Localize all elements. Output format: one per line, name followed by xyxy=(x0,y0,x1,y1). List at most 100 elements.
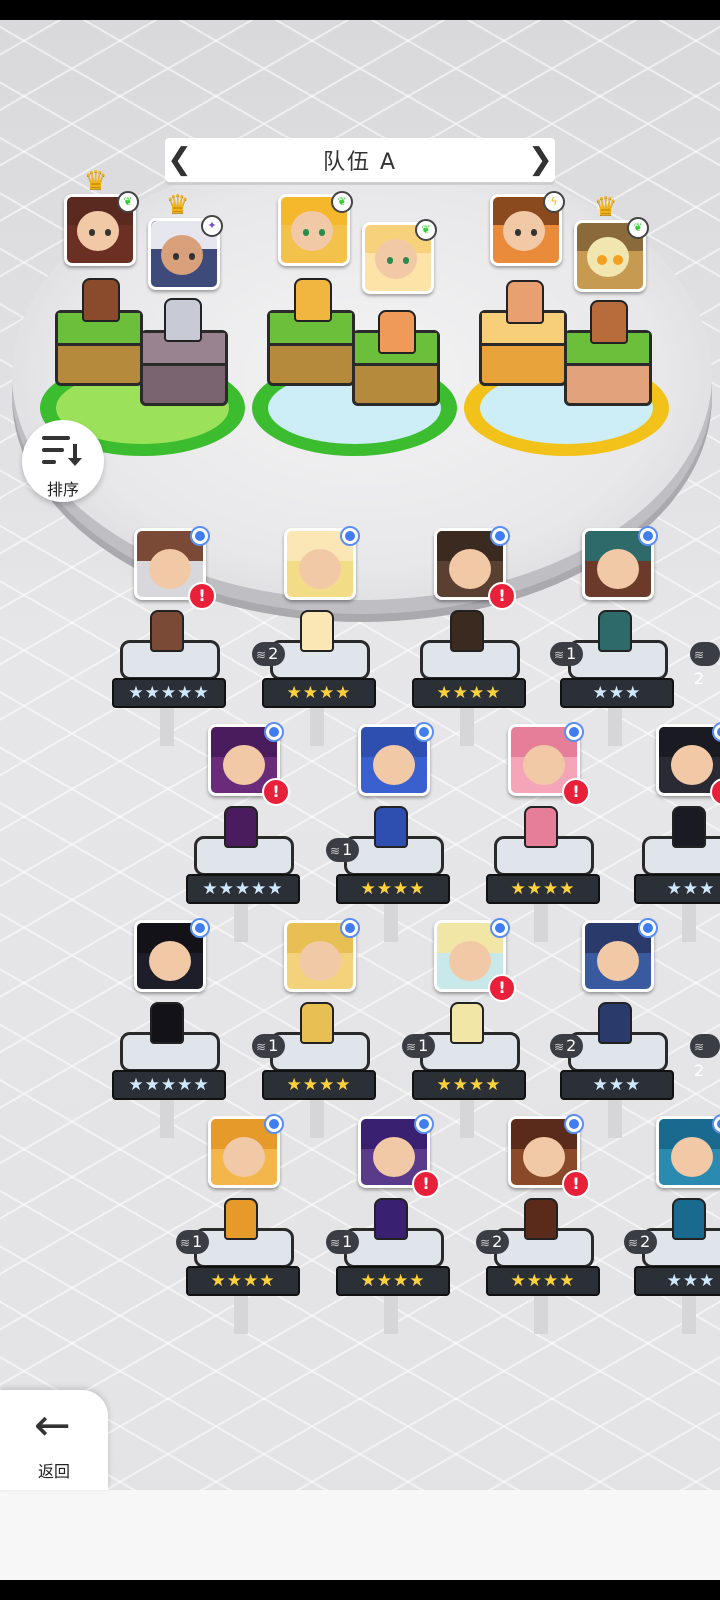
star-rating: ★★★ xyxy=(634,874,720,904)
status-dot-icon xyxy=(638,526,658,546)
star-rating: ★★★ xyxy=(560,678,674,708)
hero-card-partial[interactable]: ≋2 xyxy=(690,528,720,728)
star-rating: ★★★★★ xyxy=(112,1070,226,1100)
leaf-icon: ❦ xyxy=(627,217,649,239)
hero-level: ≋2 xyxy=(476,1230,510,1254)
hero-card[interactable]: ≋ 2 ★★★★ xyxy=(252,526,376,746)
prev-team-button[interactable]: ❮ xyxy=(167,142,192,178)
pedestal-post xyxy=(160,1098,174,1138)
star-icon: ✦ xyxy=(201,215,223,237)
status-dot-icon xyxy=(490,526,510,546)
pedestal-post xyxy=(682,1294,696,1334)
hero-sprite xyxy=(374,806,408,848)
hero-level: ≋ 1 xyxy=(402,1034,436,1058)
star-rating: ★★★★ xyxy=(412,1070,526,1100)
hero-sprite xyxy=(672,806,706,848)
hero-card[interactable]: ≋ 2 ★★★ xyxy=(624,1114,720,1334)
sort-icon xyxy=(42,436,82,466)
leader-crown-icon: ♛ xyxy=(594,192,618,222)
pedestal-post xyxy=(234,902,248,942)
back-label: 返回 xyxy=(37,1462,70,1481)
team-sprite xyxy=(590,300,628,344)
hero-sprite xyxy=(598,1002,632,1044)
pedestal-post xyxy=(384,1294,398,1334)
hero-card[interactable]: ! ≋ 1 ★★★★ xyxy=(326,1114,450,1334)
status-dot-icon xyxy=(638,918,658,938)
hero-card[interactable]: !★★★ xyxy=(634,722,720,942)
hero-level: ≋2 xyxy=(624,1230,658,1254)
back-button[interactable]: ← 返回 xyxy=(0,1390,108,1490)
level-icon: ≋ xyxy=(330,1236,341,1250)
sort-label: 排序 xyxy=(46,480,79,499)
team-portrait-1[interactable]: ❦ xyxy=(64,191,139,266)
hero-card[interactable]: ! ≋ 2 ★★★★ xyxy=(476,1114,600,1334)
status-dot-icon xyxy=(264,1114,284,1134)
hero-level: ≋2 xyxy=(690,1034,720,1080)
alert-icon: ! xyxy=(562,1170,590,1198)
status-dot-icon xyxy=(414,1114,434,1134)
hero-card[interactable]: ≋ 1 ★★★★ xyxy=(252,918,376,1138)
pedestal-post xyxy=(460,1098,474,1138)
hero-card[interactable]: ≋ 1 ★★★★ xyxy=(176,1114,300,1334)
hero-card[interactable]: ≋ 1 ★★★★ xyxy=(326,722,450,942)
hero-sprite xyxy=(672,1198,706,1240)
hero-level: ≋2 xyxy=(550,1034,584,1058)
hero-sprite xyxy=(300,1002,334,1044)
star-rating: ★★★ xyxy=(560,1070,674,1100)
team-portrait-3[interactable]: ❦ xyxy=(278,191,353,266)
level-icon: ≋ xyxy=(628,1236,639,1250)
team-portrait-5[interactable]: ϟ xyxy=(490,191,565,266)
arrow-left-icon: ← xyxy=(34,1400,71,1451)
pedestal-post xyxy=(160,706,174,746)
hero-card[interactable]: ! ★★★★★ xyxy=(112,526,226,746)
star-rating: ★★★★★ xyxy=(112,678,226,708)
team-portrait-4[interactable]: ❦ xyxy=(362,219,437,294)
hero-card-partial[interactable]: ≋2 xyxy=(690,920,720,1120)
hero-portrait[interactable] xyxy=(656,1116,720,1188)
status-dot-icon xyxy=(564,722,584,742)
status-bar xyxy=(0,0,720,20)
status-dot-icon xyxy=(564,1114,584,1134)
team-sprite xyxy=(82,278,120,322)
pedestal-post xyxy=(460,706,474,746)
star-rating: ★★★ xyxy=(634,1266,720,1296)
leaf-icon: ❦ xyxy=(117,191,139,213)
level-icon: ≋ xyxy=(554,648,565,662)
hero-level: ≋ 1 xyxy=(550,642,584,666)
star-rating: ★★★★ xyxy=(336,1266,450,1296)
hero-sprite xyxy=(374,1198,408,1240)
team-portrait-6[interactable]: ❦ xyxy=(574,217,649,292)
alert-icon: ! xyxy=(188,582,216,610)
next-team-button[interactable]: ❯ xyxy=(528,142,553,178)
hero-sprite xyxy=(450,1002,484,1044)
hero-card[interactable]: ! ★★★★★ xyxy=(186,722,300,942)
star-rating: ★★★★ xyxy=(186,1266,300,1296)
star-rating: ★★★★ xyxy=(412,678,526,708)
hero-level: ≋ 1 xyxy=(326,838,360,862)
team-sprite xyxy=(378,310,416,354)
level-icon: ≋ xyxy=(330,844,341,858)
pedestal-post xyxy=(310,706,324,746)
hero-card[interactable]: ! ★★★★ xyxy=(412,526,526,746)
hero-level: ≋2 xyxy=(690,642,720,688)
hero-card[interactable]: ≋ 1 ★★★ xyxy=(550,526,674,746)
hero-level: ≋ 1 xyxy=(252,1034,286,1058)
level-icon: ≋ xyxy=(256,1040,267,1054)
bottom-strip xyxy=(0,1490,720,1580)
status-dot-icon xyxy=(190,526,210,546)
hero-card[interactable]: ≋ 2 ★★★ xyxy=(550,918,674,1138)
level-icon: ≋ xyxy=(554,1040,565,1054)
alert-icon: ! xyxy=(412,1170,440,1198)
pedestal-post xyxy=(234,1294,248,1334)
team-title: 队伍 A xyxy=(322,150,398,175)
pedestal-post xyxy=(534,1294,548,1334)
alert-icon: ! xyxy=(562,778,590,806)
hero-card[interactable]: ! ★★★★ xyxy=(486,722,600,942)
hero-card[interactable]: ! ≋ 1 ★★★★ xyxy=(402,918,526,1138)
level-icon: ≋ xyxy=(480,1236,491,1250)
hero-sprite xyxy=(224,1198,258,1240)
team-sprite xyxy=(164,298,202,342)
sort-button[interactable]: 排序 xyxy=(22,420,104,502)
team-portrait-2[interactable]: ✦ xyxy=(148,215,223,290)
hero-card[interactable]: ★★★★★ xyxy=(112,918,226,1138)
